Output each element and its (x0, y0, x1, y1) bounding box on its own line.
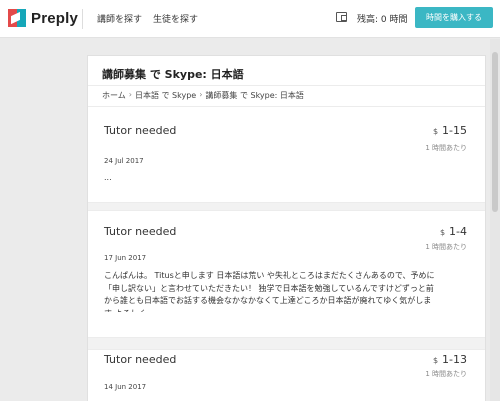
breadcrumb-separator: › (199, 90, 203, 99)
listing-price: $ 1-13 (433, 353, 467, 366)
wallet-icon (336, 12, 347, 22)
divider (88, 85, 485, 86)
preply-logo-icon (8, 9, 26, 27)
page-scrollbar[interactable] (490, 39, 500, 401)
breadcrumb-home[interactable]: ホーム (102, 90, 126, 101)
breadcrumb: ホーム › 日本語 で Skype › 講師募集 で Skype: 日本語 (102, 90, 304, 101)
balance-text[interactable]: 残高: 0 時間 (357, 12, 407, 25)
price-value: 1-13 (442, 353, 467, 366)
listing-date: 14 Jun 2017 (104, 383, 147, 391)
breadcrumb-japanese-skype[interactable]: 日本語 で Skype (135, 90, 196, 101)
listing-price: $ 1-15 (433, 124, 467, 137)
listing-gap (88, 203, 485, 210)
scrollbar-thumb[interactable] (492, 52, 498, 212)
listing-item[interactable]: Tutor needed $ 1-4 1 時間あたり 17 Jun 2017 こ… (88, 211, 485, 313)
nav-find-students[interactable]: 生徒を探す (153, 12, 198, 25)
logo-text: Preply (31, 9, 79, 27)
listing-title[interactable]: Tutor needed (104, 225, 176, 238)
header-divider (82, 9, 83, 29)
per-hour-label: 1 時間あたり (425, 144, 467, 152)
per-hour-label: 1 時間あたり (425, 370, 467, 378)
buy-hours-button[interactable]: 時間を購入する (415, 7, 493, 28)
nav-find-tutors[interactable]: 講師を探す (97, 12, 142, 25)
breadcrumb-current: 講師募集 で Skype: 日本語 (205, 91, 304, 100)
listing-description: ... (104, 173, 112, 182)
price-currency: $ (439, 228, 446, 237)
price-currency: $ (432, 127, 439, 136)
listing-date: 24 Jul 2017 (104, 157, 144, 165)
listing-gap (88, 338, 485, 349)
page-title: 講師募集 で Skype: 日本語 (102, 68, 244, 81)
preply-logo[interactable]: Preply (8, 8, 78, 28)
listing-description: こんぱんは。 Titusと申します 日本語は荒い や失礼ところはまだたくさんある… (104, 271, 435, 312)
price-value: 1-4 (449, 225, 467, 238)
listing-title[interactable]: Tutor needed (104, 124, 176, 137)
listing-item[interactable]: Tutor needed $ 1-13 1 時間あたり 14 Jun 2017 (88, 350, 485, 401)
price-currency: $ (432, 356, 439, 365)
listing-item[interactable]: Tutor needed $ 1-15 1 時間あたり 24 Jul 2017 … (88, 107, 485, 202)
listing-price: $ 1-4 (440, 225, 467, 238)
top-header: Preply 講師を探す 生徒を探す 残高: 0 時間 時間を購入する (0, 0, 500, 38)
listing-date: 17 Jun 2017 (104, 254, 147, 262)
per-hour-label: 1 時間あたり (425, 243, 467, 251)
listing-title[interactable]: Tutor needed (104, 353, 176, 366)
tutor-request-panel: 講師募集 で Skype: 日本語 ホーム › 日本語 で Skype › 講師… (87, 55, 486, 401)
price-value: 1-15 (442, 124, 467, 137)
breadcrumb-separator: › (128, 90, 132, 99)
